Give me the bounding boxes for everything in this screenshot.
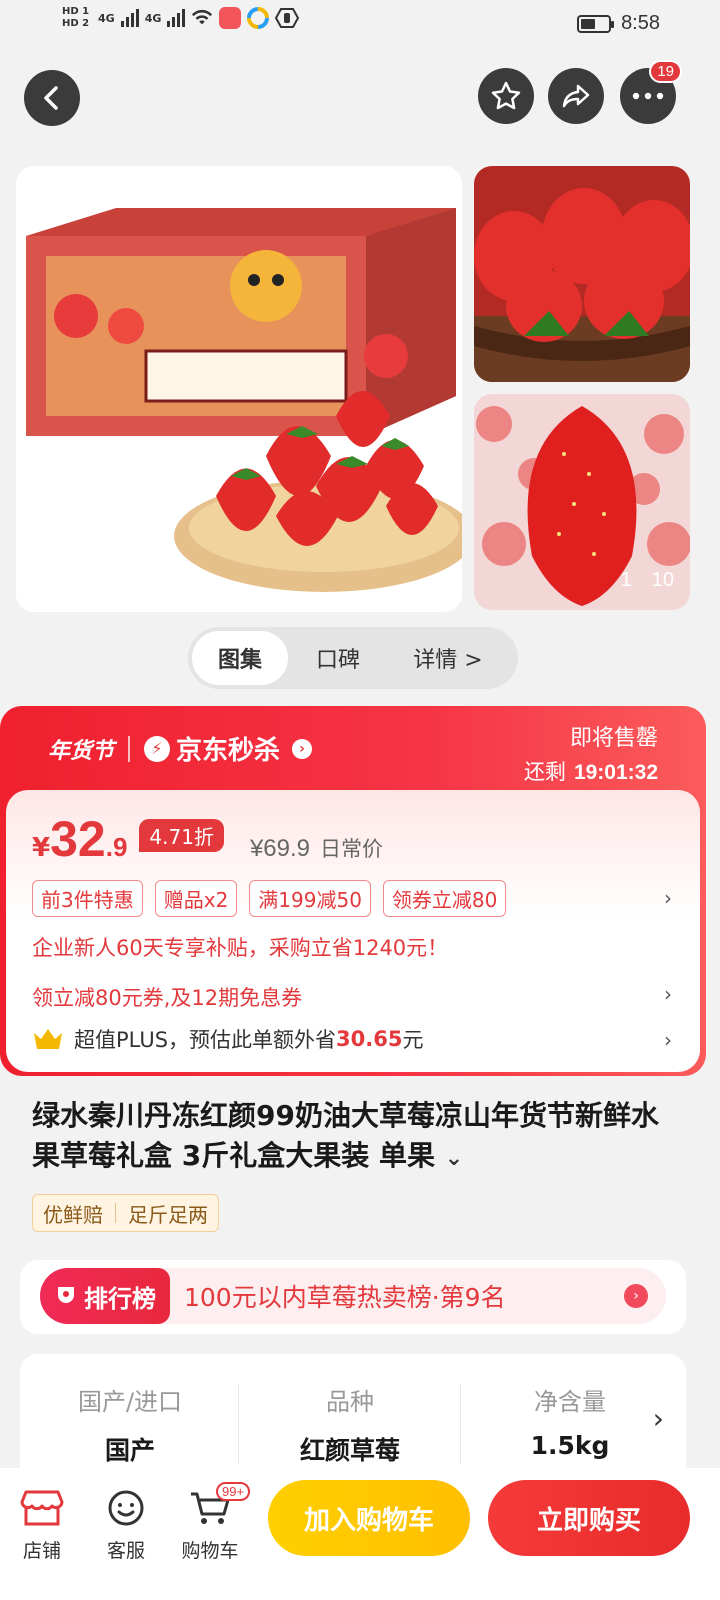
tab-gallery[interactable]: 图集 — [192, 631, 288, 685]
wifi-icon — [192, 9, 213, 25]
price-card: ¥ 32 .9 4.71折 ¥69.9 日常价 前3件特惠 赠品x2 满199减… — [6, 790, 700, 1072]
ranking-label: 排行榜 — [84, 1284, 156, 1313]
star-icon — [491, 81, 521, 110]
guarantee-fresh: 优鲜赔 — [43, 1202, 103, 1227]
promo-tag: 满199减50 — [249, 880, 371, 917]
ranking-banner[interactable]: 排行榜 100元以内草莓热卖榜·第9名 › — [40, 1268, 666, 1324]
tab-reviews[interactable]: 口碑 — [288, 631, 388, 685]
coupon-offer[interactable]: 领立减80元券,及12期免息券 — [32, 982, 302, 1012]
crown-icon — [34, 1029, 62, 1049]
battery-icon — [577, 14, 615, 33]
guarantee-badges[interactable]: 优鲜赔 足斤足两 — [32, 1194, 219, 1232]
service-label: 客服 — [106, 1540, 145, 1562]
current-price: 32 — [50, 811, 106, 867]
more-button[interactable]: 19 — [620, 60, 682, 124]
discount-badge: 4.71折 — [139, 819, 224, 852]
lightning-icon: ⚡ — [144, 735, 171, 762]
chevron-right-icon[interactable]: › — [653, 1402, 664, 1435]
customer-service-button[interactable]: 客服 — [86, 1480, 166, 1563]
spec-item: 净含量 1.5kg — [530, 1388, 610, 1460]
network-type-2: 4G — [144, 11, 162, 25]
add-to-cart-button[interactable]: 加入购物车 — [268, 1480, 470, 1556]
guarantee-weight: 足斤足两 — [128, 1202, 208, 1227]
shop-icon — [20, 1490, 64, 1526]
cart-button[interactable]: 99+ 购物车 — [170, 1480, 251, 1563]
clock: 8:58 — [621, 12, 660, 34]
spec-item: 国产/进口 国产 — [77, 1388, 183, 1465]
ranking-section: 排行榜 100元以内草莓热卖榜·第9名 › — [20, 1260, 686, 1334]
spec-summary[interactable]: 国产/进口 国产 品种 红颜草莓 净含量 1.5kg › — [20, 1354, 686, 1474]
countdown: 还剩 19:01:32 — [523, 760, 658, 784]
hd1-indicator: HD 1 — [62, 6, 90, 17]
app-notification-icon — [275, 8, 300, 28]
cart-label: 购物车 — [181, 1540, 239, 1562]
strawberry-basket-image — [474, 166, 690, 382]
enterprise-subsidy: 企业新人60天专享补贴，采购立省1240元！ — [32, 936, 449, 960]
gallery-tabs: 图集 口碑 详情 > — [188, 627, 518, 689]
sellout-warning: 即将售罄 — [569, 726, 658, 751]
network-type-1: 4G — [98, 11, 115, 25]
chevron-right-icon[interactable]: › — [664, 886, 672, 910]
seckill-panel: 年货节 ⚡ 京东秒杀 › 即将售罄 还剩 19:01:32 ¥ 32 .9 4.7… — [0, 706, 706, 1076]
promo-tag: 领券立减80 — [382, 880, 507, 917]
favorite-button[interactable] — [478, 68, 534, 124]
product-thumbnail[interactable]: 1 10 — [474, 394, 690, 610]
more-badge: 19 — [649, 60, 682, 83]
product-thumbnail[interactable] — [474, 166, 690, 382]
back-icon — [44, 86, 58, 110]
share-icon — [562, 84, 590, 108]
tab-details[interactable]: 详情 > — [388, 631, 508, 685]
jd-seckill-link[interactable]: ⚡ 京东秒杀 › — [144, 730, 313, 767]
festival-label: 年货节 — [48, 737, 115, 764]
spec-item: 品种 红颜草莓 — [299, 1388, 400, 1465]
share-button[interactable] — [548, 68, 604, 124]
shop-button[interactable]: 店铺 — [2, 1480, 82, 1563]
promo-tags[interactable]: 前3件特惠 赠品x2 满199减50 领券立减80 — [32, 880, 507, 917]
strawberry-gift-box-image — [16, 166, 462, 612]
chevron-down-icon[interactable]: ⌄ — [445, 1146, 463, 1171]
original-price-label: 日常价 — [320, 837, 383, 861]
chevron-right-icon: › — [624, 1284, 648, 1308]
price-row: ¥ 32 .9 4.71折 ¥69.9 日常价 — [32, 811, 383, 867]
seckill-brand: 京东秒杀 — [176, 736, 281, 766]
signal-icon — [120, 9, 139, 27]
plus-savings[interactable]: 超值PLUS，预估此单额外省 30.65 元 — [32, 1024, 423, 1054]
divider — [238, 1384, 239, 1464]
app-notification-icon — [247, 7, 270, 29]
divider — [128, 735, 131, 762]
medal-icon — [58, 1287, 74, 1303]
chevron-right-icon[interactable]: › — [664, 982, 672, 1006]
more-icon — [632, 92, 664, 100]
bottom-action-bar: 店铺 客服 99+ 购物车 加入购物车 立即购买 — [0, 1468, 720, 1600]
chevron-right-icon[interactable]: › — [664, 1028, 672, 1052]
product-main-image[interactable] — [16, 166, 462, 612]
promo-tag: 前3件特惠 — [32, 880, 143, 917]
chevron-right-icon: › — [292, 738, 313, 759]
app-notification-icon — [219, 7, 242, 29]
cart-badge: 99+ — [216, 1482, 251, 1501]
product-title[interactable]: 绿水秦川丹冻红颜99奶油大草莓凉山年货节新鲜水果草莓礼盒 3斤礼盒大果装 单果 … — [32, 1096, 682, 1179]
back-button[interactable] — [24, 70, 80, 126]
promo-tag: 赠品x2 — [154, 880, 238, 917]
signal-icon — [167, 9, 186, 27]
hd2-indicator: HD 2 — [62, 18, 90, 29]
status-bar: HD 1 HD 2 4G 4G 8:58 — [0, 0, 720, 50]
buy-now-button[interactable]: 立即购买 — [488, 1480, 690, 1556]
original-price: ¥69.9 — [249, 835, 310, 862]
shop-label: 店铺 — [22, 1540, 61, 1562]
ranking-text: 100元以内草莓热卖榜·第9名 — [184, 1283, 506, 1312]
image-counter: 1 10 — [620, 569, 674, 591]
chat-smile-icon — [108, 1490, 144, 1526]
divider — [115, 1203, 116, 1223]
